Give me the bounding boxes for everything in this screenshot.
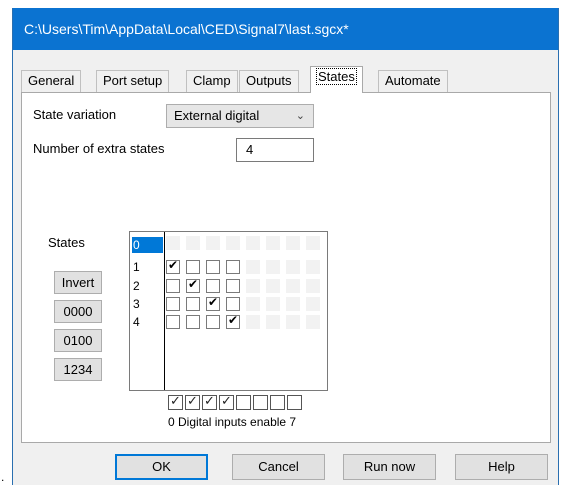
state-bit-checkbox[interactable]: [206, 260, 220, 274]
tab-label: Outputs: [246, 73, 292, 88]
state-bit-checkbox[interactable]: [186, 315, 200, 329]
grid-cell: [206, 236, 220, 250]
digital-input-enable-checkbox[interactable]: [287, 395, 302, 410]
state-bit-checkbox[interactable]: [186, 297, 200, 311]
preset-1234-button[interactable]: 1234: [54, 358, 102, 381]
digital-input-enable-checkbox[interactable]: [185, 393, 200, 410]
grid-cell: [306, 236, 320, 250]
state-row-label[interactable]: 1: [132, 259, 163, 275]
grid-cell: [266, 297, 280, 311]
grid-cell: [306, 260, 320, 274]
state-row-label[interactable]: 4: [132, 314, 163, 330]
states-panel: State variation External digital ⌄ Numbe…: [21, 92, 551, 443]
grid-cell: [286, 236, 300, 250]
grid-cell: [246, 236, 260, 250]
tab-general[interactable]: General: [21, 70, 82, 92]
tab-automate[interactable]: Automate: [378, 70, 448, 92]
grid-cell: [266, 315, 280, 329]
grid-cell: [266, 260, 280, 274]
extra-states-field[interactable]: 4: [236, 138, 314, 162]
grid-cell: [266, 279, 280, 293]
grid-cell: [286, 260, 300, 274]
grid-cell: [246, 315, 260, 329]
grid-cell: [246, 297, 260, 311]
state-bit-checkbox[interactable]: [166, 315, 180, 329]
digital-input-enable-checkbox[interactable]: [219, 393, 234, 410]
extra-states-label: Number of extra states: [33, 141, 165, 156]
state-bit-checkbox[interactable]: [226, 297, 240, 311]
state-bit-checkbox[interactable]: [226, 313, 240, 329]
state-variation-dropdown[interactable]: External digital ⌄: [166, 104, 314, 128]
state-bit-checkbox[interactable]: [186, 277, 200, 293]
grid-cell: [266, 236, 280, 250]
chevron-down-icon: ⌄: [295, 110, 305, 122]
state-variation-value: External digital: [174, 108, 260, 123]
run-now-button[interactable]: Run now: [343, 454, 436, 480]
tab-outputs[interactable]: Outputs: [239, 70, 299, 92]
state-bit-checkbox[interactable]: [206, 315, 220, 329]
grid-cell: [246, 260, 260, 274]
digital-input-enable-checkbox[interactable]: [202, 393, 217, 410]
tab-label: Port setup: [103, 73, 163, 88]
stray-mark: .: [1, 470, 5, 484]
window-title: C:\Users\Tim\AppData\Local\CED\Signal7\l…: [24, 21, 349, 37]
title-bar: C:\Users\Tim\AppData\Local\CED\Signal7\l…: [13, 8, 558, 50]
digital-input-enable-checkbox[interactable]: [168, 393, 183, 410]
grid-cell: [246, 279, 260, 293]
state-bit-checkbox[interactable]: [226, 279, 240, 293]
state-variation-label: State variation: [33, 107, 117, 122]
tab-port-setup[interactable]: Port setup: [96, 70, 170, 92]
tab-label: General: [28, 73, 75, 88]
state-row-label[interactable]: 0: [132, 237, 163, 253]
cancel-button[interactable]: Cancel: [232, 454, 325, 480]
state-bit-checkbox[interactable]: [166, 258, 180, 274]
state-grid: 0 1 2 3 4: [129, 231, 328, 391]
grid-cell: [306, 297, 320, 311]
digital-input-enable-checkbox[interactable]: [270, 395, 285, 410]
grid-cell: [226, 236, 240, 250]
grid-cell: [286, 315, 300, 329]
tab-strip: General Port setup Clamp Outputs States …: [21, 66, 551, 93]
digital-inputs-label: 0 Digital inputs enable 7: [168, 415, 297, 429]
preset-0000-button[interactable]: 0000: [54, 300, 102, 323]
tab-states[interactable]: States: [310, 66, 363, 93]
state-bit-checkbox[interactable]: [166, 279, 180, 293]
state-bit-checkbox[interactable]: [186, 260, 200, 274]
tab-clamp[interactable]: Clamp: [186, 70, 238, 92]
grid-divider: [164, 232, 165, 390]
state-bit-checkbox[interactable]: [226, 260, 240, 274]
digital-input-enable-checkbox[interactable]: [236, 395, 251, 410]
grid-cell: [186, 236, 200, 250]
state-bit-checkbox[interactable]: [166, 297, 180, 311]
help-button[interactable]: Help: [455, 454, 548, 480]
tab-label: Automate: [385, 73, 441, 88]
preset-0100-button[interactable]: 0100: [54, 329, 102, 352]
state-bit-checkbox[interactable]: [206, 295, 220, 311]
signal-config-dialog: C:\Users\Tim\AppData\Local\CED\Signal7\l…: [12, 8, 559, 485]
digital-input-enable-checkbox[interactable]: [253, 395, 268, 410]
tab-label: Clamp: [193, 73, 231, 88]
tab-label: States: [316, 68, 357, 85]
state-bit-checkbox[interactable]: [206, 279, 220, 293]
grid-cell: [286, 297, 300, 311]
ok-button[interactable]: OK: [115, 454, 208, 480]
grid-cell: [306, 279, 320, 293]
grid-cell: [166, 236, 180, 250]
grid-cell: [286, 279, 300, 293]
invert-button[interactable]: Invert: [54, 271, 102, 294]
grid-cell: [306, 315, 320, 329]
state-row-label[interactable]: 2: [132, 278, 163, 294]
states-label: States: [48, 235, 85, 250]
state-row-label[interactable]: 3: [132, 296, 163, 312]
